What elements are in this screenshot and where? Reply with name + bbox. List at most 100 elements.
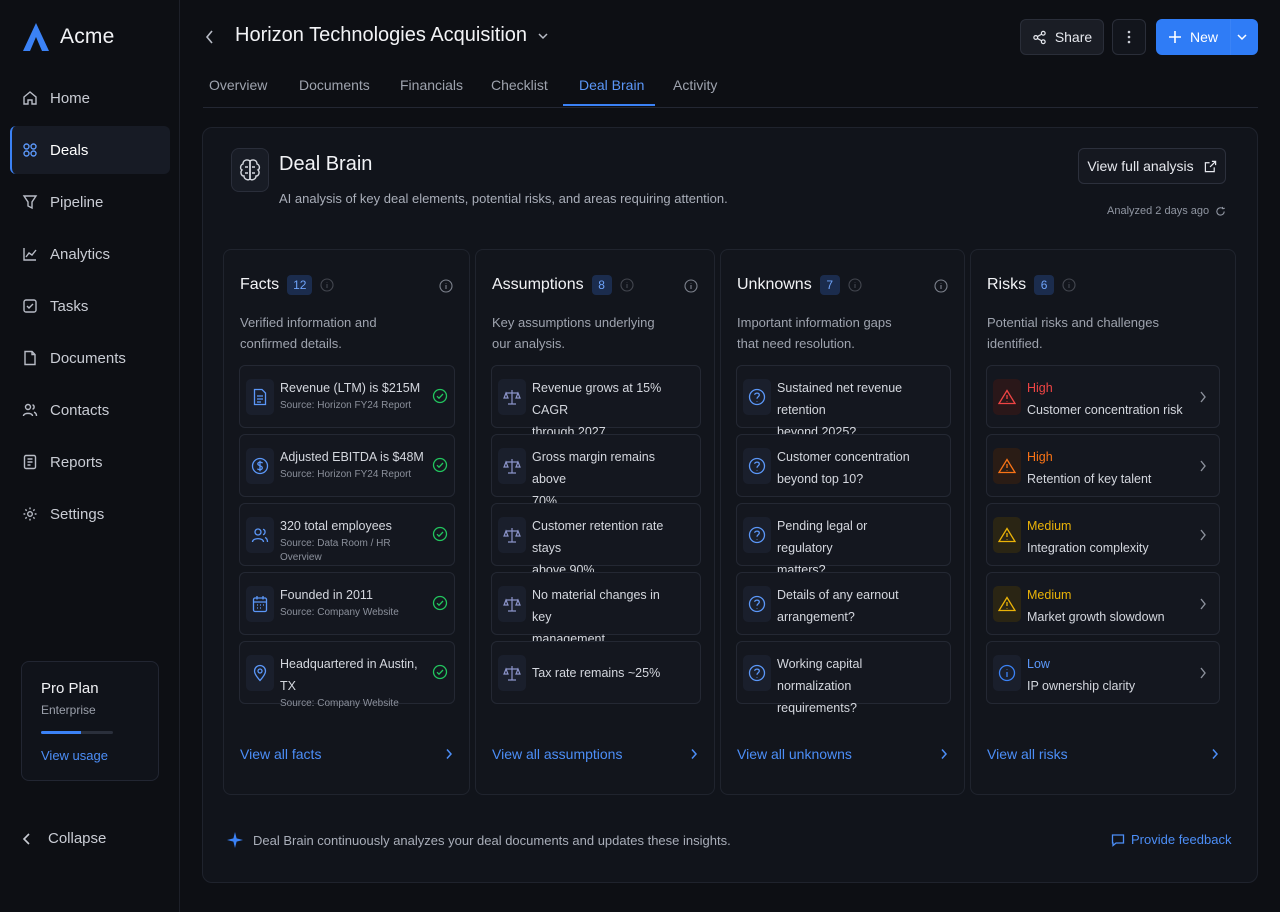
fact-card[interactable]: Revenue (LTM) is $215M Source: Horizon FY…	[239, 365, 455, 428]
warning-triangle-icon	[993, 379, 1021, 415]
unknown-card[interactable]: Working capital normalization requirement…	[736, 641, 951, 715]
view-all-label: View all facts	[240, 746, 322, 762]
sidebar-item-home[interactable]: Home	[10, 74, 170, 122]
risk-card[interactable]: Medium Integration complexity	[986, 503, 1220, 566]
chevron-right-icon	[1199, 666, 1207, 680]
unknowns-column: Unknowns 7 Important information gaps th…	[720, 249, 965, 795]
chevron-right-icon	[940, 748, 948, 760]
assumption-card[interactable]: Tax rate remains ~25%	[491, 641, 701, 704]
risks-title: Risks	[987, 276, 1027, 293]
tab-financials[interactable]: Financials	[400, 77, 463, 93]
unknown-card[interactable]: Details of any earnout arrangement?	[736, 572, 951, 635]
sidebar-item-contacts[interactable]: Contacts	[10, 386, 170, 434]
analyzed-label: Analyzed 2 days ago	[1107, 205, 1210, 217]
fact-text: Adjusted EBITDA is $48M	[280, 450, 424, 464]
check-circle-icon	[432, 526, 448, 542]
collapse-button[interactable]: Collapse	[22, 830, 106, 847]
facts-description: Verified information and confirmed detai…	[240, 312, 377, 354]
plus-icon	[1168, 30, 1182, 44]
fact-card[interactable]: 320 total employees Source: Data Room / H…	[239, 503, 455, 566]
view-full-analysis-button[interactable]: View full analysis	[1078, 148, 1226, 184]
assumption-card[interactable]: Customer retention rate stays above 90%	[491, 503, 701, 577]
view-all-unknowns-link[interactable]: View all unknowns	[737, 746, 948, 762]
warning-triangle-icon	[993, 517, 1021, 553]
unknown-card[interactable]: Sustained net revenue retention beyond 20…	[736, 365, 951, 439]
tab-checklist[interactable]: Checklist	[491, 77, 548, 93]
info-icon[interactable]	[934, 279, 948, 293]
question-circle-icon	[743, 517, 771, 553]
deals-icon	[22, 142, 38, 158]
chevron-down-icon[interactable]	[1236, 30, 1248, 44]
chevron-left-icon	[22, 832, 32, 846]
tasks-icon	[22, 298, 38, 314]
risk-card[interactable]: High Customer concentration risk	[986, 365, 1220, 428]
facts-header: Facts 12	[240, 275, 335, 295]
sidebar-item-settings[interactable]: Settings	[10, 490, 170, 538]
sidebar-item-analytics[interactable]: Analytics	[10, 230, 170, 278]
view-usage-link[interactable]: View usage	[41, 748, 140, 763]
pipeline-icon	[22, 194, 38, 210]
brand[interactable]: Acme	[22, 22, 114, 52]
assumption-text: Tax rate remains ~25%	[532, 666, 661, 680]
unknown-card[interactable]: Customer concentration beyond top 10?	[736, 434, 951, 497]
view-all-assumptions-link[interactable]: View all assumptions	[492, 746, 698, 762]
facts-description-line: Verified information and	[240, 315, 377, 330]
unknown-card[interactable]: Pending legal or regulatory matters?	[736, 503, 951, 577]
tab-activity[interactable]: Activity	[673, 77, 717, 93]
info-icon[interactable]	[684, 279, 698, 293]
risk-text: Customer concentration risk	[1027, 403, 1183, 417]
fact-card[interactable]: Founded in 2011 Source: Company Website	[239, 572, 455, 635]
risk-text: IP ownership clarity	[1027, 679, 1136, 693]
view-all-facts-link[interactable]: View all facts	[240, 746, 453, 762]
more-options-button[interactable]	[1112, 19, 1146, 55]
sidebar-item-tasks[interactable]: Tasks	[10, 282, 170, 330]
unknowns-description-line: Important information gaps	[737, 315, 892, 330]
chevron-left-icon	[205, 30, 213, 44]
sidebar-item-label: Home	[50, 89, 91, 107]
sidebar-item-label: Reports	[50, 453, 103, 471]
sidebar-item-deals[interactable]: Deals	[10, 126, 170, 174]
risk-card[interactable]: High Retention of key talent	[986, 434, 1220, 497]
assumption-text: No material changes in key	[532, 588, 660, 624]
plan-tier: Enterprise	[41, 703, 96, 717]
risk-card[interactable]: Medium Market growth slowdown	[986, 572, 1220, 635]
refresh-analysis[interactable]: Analyzed 2 days ago	[1107, 205, 1226, 217]
info-icon[interactable]	[439, 279, 453, 293]
view-all-risks-link[interactable]: View all risks	[987, 746, 1219, 762]
unknown-text: Sustained net revenue retention	[777, 381, 903, 417]
share-button[interactable]: Share	[1020, 19, 1104, 55]
assumption-card[interactable]: Revenue grows at 15% CAGR through 2027	[491, 365, 701, 439]
new-button[interactable]: New	[1156, 19, 1258, 55]
fact-source: Source: Horizon FY24 Report	[280, 469, 412, 480]
external-link-icon	[1204, 160, 1217, 173]
info-circle-icon	[993, 655, 1021, 691]
scale-icon	[498, 655, 526, 691]
facts-count-badge: 12	[287, 275, 313, 295]
risks-description-line: Potential risks and challenges	[987, 315, 1159, 330]
risk-severity: Medium	[1027, 519, 1072, 533]
provide-feedback-link[interactable]: Provide feedback	[1111, 832, 1231, 847]
tab-documents[interactable]: Documents	[299, 77, 370, 93]
assumptions-title: Assumptions	[492, 276, 584, 293]
view-full-analysis-label: View full analysis	[1087, 158, 1194, 174]
message-square-icon	[1111, 833, 1125, 847]
fact-card[interactable]: Adjusted EBITDA is $48M Source: Horizon F…	[239, 434, 455, 497]
chevron-right-icon	[1199, 597, 1207, 611]
assumption-card[interactable]: No material changes in key management	[491, 572, 701, 646]
info-icon	[320, 278, 335, 292]
tab-deal-brain[interactable]: Deal Brain	[579, 77, 644, 93]
contacts-icon	[22, 402, 38, 418]
tab-overview[interactable]: Overview	[209, 77, 267, 93]
sidebar-item-reports[interactable]: Reports	[10, 438, 170, 486]
unknown-text: Details of any earnout	[777, 588, 899, 602]
assumption-card[interactable]: Gross margin remains above 70%	[491, 434, 701, 508]
back-button[interactable]	[203, 28, 217, 46]
fact-card[interactable]: Headquartered in Austin, TX Source: Compa…	[239, 641, 455, 709]
sidebar-item-documents[interactable]: Documents	[10, 334, 170, 382]
risk-card[interactable]: Low IP ownership clarity	[986, 641, 1220, 704]
sidebar-item-label: Documents	[50, 349, 126, 367]
facts-description-line: confirmed details.	[240, 336, 342, 351]
deal-title-dropdown[interactable]: Horizon Technologies Acquisition	[235, 24, 549, 47]
unknowns-count-badge: 7	[819, 275, 840, 295]
sidebar-item-pipeline[interactable]: Pipeline	[10, 178, 170, 226]
